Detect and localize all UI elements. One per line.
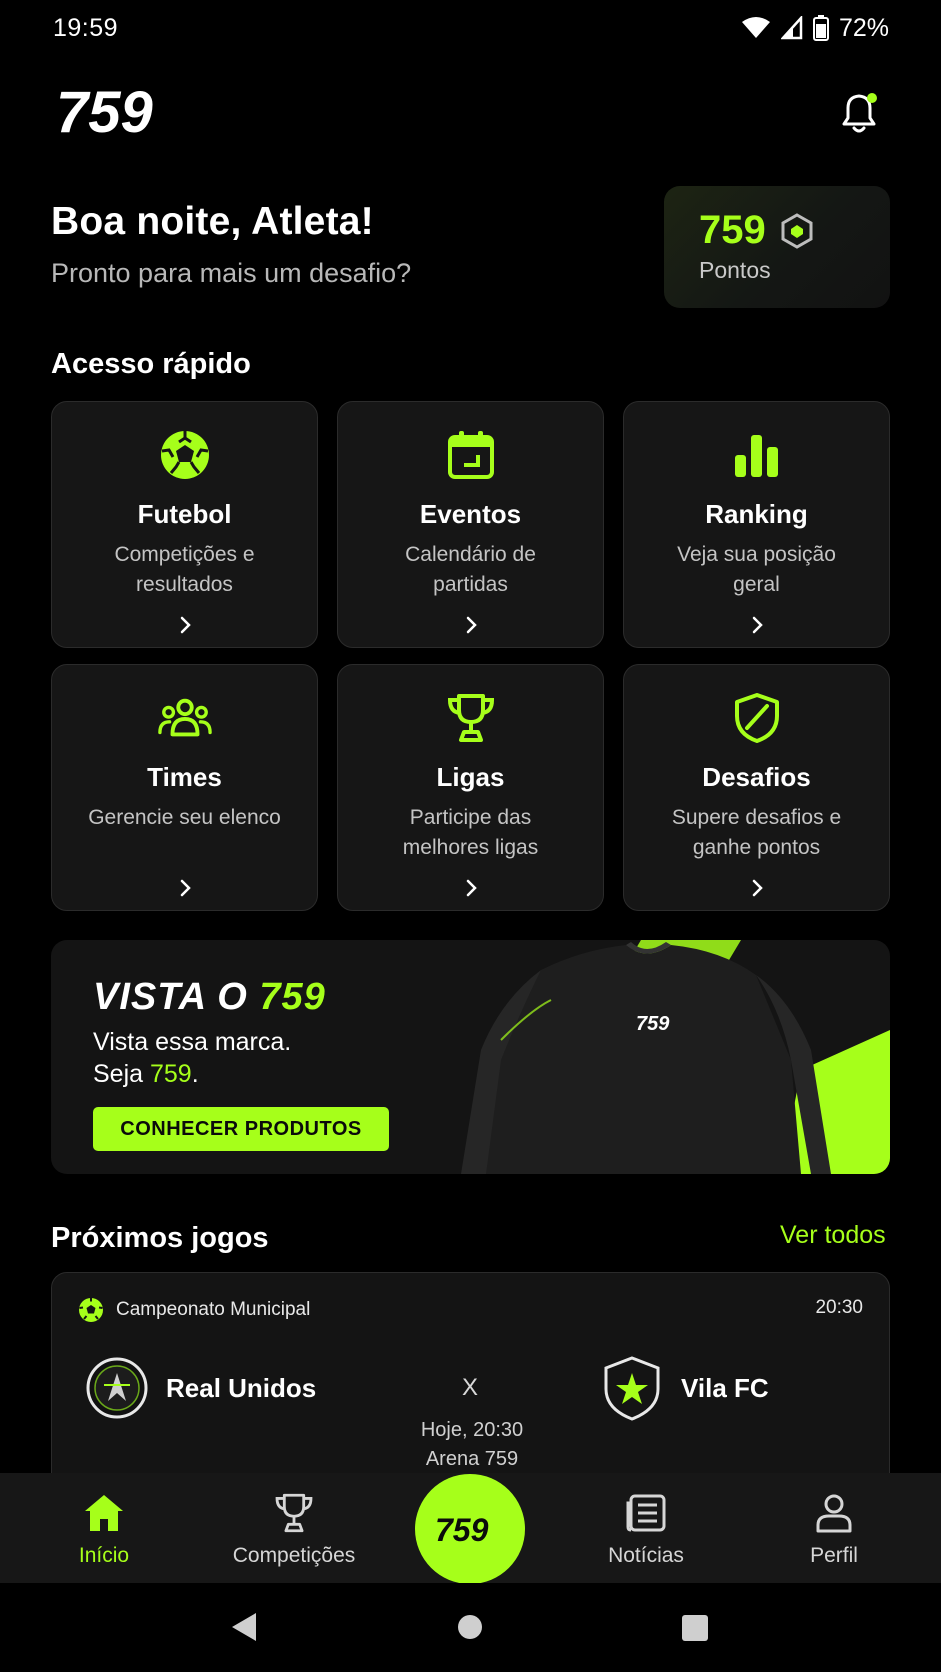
center-logo: 759	[435, 1512, 489, 1546]
match-competition: Campeonato Municipal	[78, 1297, 310, 1323]
battery-level: 72%	[838, 13, 889, 42]
quick-card-ranking[interactable]: Ranking Veja sua posição geral	[623, 401, 890, 648]
home-icon	[85, 1495, 123, 1531]
nav-home[interactable]: Início	[24, 1491, 184, 1568]
back-icon[interactable]	[228, 1611, 258, 1643]
nav-label: Perfil	[810, 1544, 858, 1567]
recents-icon[interactable]	[681, 1614, 709, 1642]
nav-label: Notícias	[608, 1544, 684, 1567]
quick-card-desc: Gerencie seu elenco	[88, 806, 281, 829]
quick-card-desc: Competições e resultados	[114, 543, 255, 596]
away-team-badge-icon	[604, 1356, 660, 1421]
versus-label: X	[462, 1374, 479, 1401]
profile-icon	[816, 1494, 852, 1533]
center-logo-text: 759	[435, 1512, 489, 1546]
quick-card-desc: Veja sua posição geral	[677, 543, 836, 596]
quick-card-eventos[interactable]: Eventos Calendário de partidas	[337, 401, 604, 648]
points-card[interactable]: 759 Pontos	[664, 186, 890, 308]
banner-line2-suffix: .	[191, 1060, 199, 1088]
battery-icon	[812, 15, 829, 41]
shirt-logo: 759	[636, 1013, 670, 1035]
quick-card-times[interactable]: Times Gerencie seu elenco	[51, 664, 318, 911]
chevron-right-icon	[466, 879, 477, 897]
banner-title-prefix: VISTA O	[93, 976, 260, 1018]
banner-title-brand: 759	[259, 976, 326, 1018]
nav-label: Competições	[232, 1544, 356, 1567]
points-label: Pontos	[699, 257, 771, 283]
see-all-link[interactable]: Ver todos	[780, 1221, 886, 1250]
points-value: 759	[699, 208, 766, 252]
away-team-name: Vila FC	[681, 1372, 769, 1403]
nav-profile[interactable]: Perfil	[754, 1491, 914, 1568]
banner-line2-prefix: Seja	[93, 1060, 150, 1088]
match-time: 20:30	[815, 1297, 863, 1318]
status-bar: 19:59 72%	[0, 0, 941, 56]
quick-card-futebol[interactable]: Futebol Competições e resultados	[51, 401, 318, 648]
chevron-right-icon	[180, 616, 191, 634]
quick-card-desc: Calendário de partidas	[405, 543, 536, 596]
quick-card-desc: Participe das melhores ligas	[402, 806, 539, 859]
away-team[interactable]: Vila FC	[601, 1355, 769, 1421]
shirt-image: 759	[461, 940, 890, 1174]
home-team-badge-icon	[86, 1357, 148, 1419]
home-team-name: Real Unidos	[166, 1372, 317, 1403]
chevron-right-icon	[466, 616, 477, 634]
nav-news[interactable]: Notícias	[566, 1491, 726, 1568]
banner-title: VISTA O 759	[93, 976, 326, 1019]
wifi-icon	[741, 17, 770, 38]
banner-line1: Vista essa marca.	[93, 1028, 292, 1056]
promo-banner[interactable]: 759 VISTA O 759 Vista essa marca. Seja 7…	[51, 940, 890, 1174]
shield-icon	[734, 693, 779, 743]
quick-card-title: Desafios	[702, 762, 811, 792]
quick-card-ligas[interactable]: Ligas Participe das melhores ligas	[337, 664, 604, 911]
quick-card-title: Futebol	[137, 499, 232, 529]
quick-card-title: Ranking	[705, 499, 808, 529]
greeting-title: Boa noite, Atleta!	[51, 200, 374, 243]
system-nav-bar	[0, 1583, 941, 1672]
cell-signal-icon	[780, 16, 803, 40]
shop-products-button[interactable]: CONHECER PRODUTOS	[93, 1107, 389, 1151]
quick-access-title: Acesso rápido	[51, 348, 251, 380]
match-venue: Arena 759	[425, 1448, 519, 1470]
home-button-icon[interactable]	[457, 1614, 483, 1640]
center-759-button[interactable]: 759	[415, 1474, 525, 1584]
banner-line2: Seja 759.	[93, 1060, 199, 1089]
greeting-subtitle: Pronto para mais um desafio?	[51, 258, 412, 288]
points-coin-icon	[781, 212, 813, 249]
quick-card-title: Eventos	[419, 499, 522, 529]
next-games-title: Próximos jogos	[51, 1222, 269, 1254]
quick-card-title: Ligas	[436, 762, 505, 792]
match-date: Hoje, 20:30	[420, 1419, 524, 1441]
status-icons: 72%	[741, 14, 889, 43]
soccer-ball-icon	[79, 1298, 103, 1322]
chevron-right-icon	[180, 879, 191, 897]
quick-access-grid: Futebol Competições e resultados Eventos…	[51, 401, 890, 911]
logo-text: 759	[56, 84, 153, 140]
trophy-icon	[275, 1493, 313, 1533]
nav-label: Início	[78, 1544, 130, 1567]
competition-name: Campeonato Municipal	[116, 1299, 311, 1320]
trophy-icon	[447, 694, 494, 742]
nav-competitions[interactable]: Competições	[214, 1491, 374, 1568]
chevron-right-icon	[752, 616, 763, 634]
status-time: 19:59	[53, 13, 119, 42]
soccer-ball-icon	[160, 431, 209, 479]
chevron-right-icon	[752, 879, 763, 897]
notification-bell-icon[interactable]	[836, 88, 882, 136]
banner-line2-brand: 759	[149, 1060, 192, 1088]
news-icon	[626, 1494, 666, 1532]
quick-card-title: Times	[147, 762, 222, 792]
calendar-icon	[447, 431, 494, 479]
bar-chart-icon	[734, 435, 778, 477]
app-logo: 759	[56, 84, 153, 140]
quick-card-desc: Supere desafios e ganhe pontos	[671, 806, 842, 859]
quick-card-desafios[interactable]: Desafios Supere desafios e ganhe pontos	[623, 664, 890, 911]
home-team[interactable]: Real Unidos	[86, 1355, 316, 1421]
team-icon	[157, 698, 212, 737]
